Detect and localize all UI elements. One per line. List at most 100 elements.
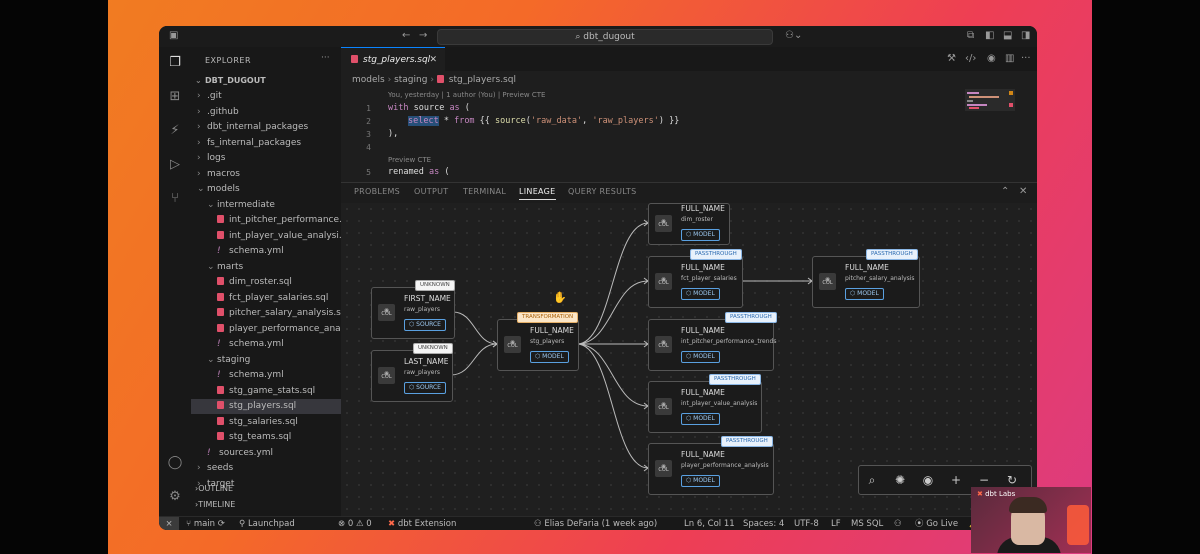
copilot-icon[interactable]: ⚇⌄ (785, 30, 802, 42)
plus-icon[interactable]: + (948, 472, 964, 488)
lineage-node-pitcher-salary[interactable]: COL FULL_NAME pitcher_salary_analysis ⬡ MOD… (812, 256, 920, 308)
copilot-status-icon[interactable]: ⚇ (894, 517, 902, 530)
lineage-node-last-name[interactable]: COL LAST_NAME raw_players ⬡ SOURCE (371, 350, 453, 402)
tree-item-label: stg_game_stats.sql (229, 385, 316, 396)
close-panel-icon[interactable]: ✕ (1019, 186, 1027, 198)
line-ending[interactable]: LF (831, 517, 841, 530)
tree-item[interactable]: › dbt_internal_packages (191, 120, 347, 135)
node-type-button[interactable]: ⬡ MODEL (681, 288, 720, 300)
lineage-node-stg[interactable]: COL FULL_NAME stg_players ⬡ MODEL (497, 319, 579, 371)
toggle-secondary-sidebar-icon[interactable]: ◨ (1021, 30, 1030, 42)
more-actions-icon[interactable]: ··· (321, 53, 330, 63)
branch-item[interactable]: ⑂ main ⟳ (186, 517, 225, 530)
tree-item[interactable]: ⌄ intermediate (191, 198, 357, 213)
lineage-node-int-value[interactable]: COL FULL_NAME int_player_value_analysis ⬡ M… (648, 381, 762, 433)
explorer-sidebar: EXPLORER ··· ⌄ DBT_DUGOUT › .git › .github › d… (191, 47, 367, 517)
tree-item[interactable]: ⌄ marts (191, 260, 357, 275)
node-type-button[interactable]: ⬡ MODEL (681, 229, 720, 241)
close-tab-icon[interactable]: ✕ (429, 48, 437, 72)
node-type-button[interactable]: ⬡ MODEL (681, 351, 720, 363)
command-center[interactable]: ⌕ dbt_dugout (437, 29, 773, 45)
code-line-5[interactable]: renamed as ( (388, 167, 449, 177)
codelens-preview[interactable]: Preview CTE (388, 156, 431, 164)
column-icon: COL (819, 270, 836, 290)
code-line-1[interactable]: with source as ( (388, 103, 470, 113)
breadcrumb-models[interactable]: models (352, 75, 385, 85)
lineage-node-first-name[interactable]: COL FIRST_NAME raw_players ⬡ SOURCE (371, 287, 455, 339)
problems-item[interactable]: ⊗ 0 ⚠ 0 (338, 517, 372, 530)
node-type-button[interactable]: ⬡ SOURCE (404, 382, 446, 394)
lineage-node-fct[interactable]: COL FULL_NAME fct_player_salaries ⬡ MODEL (648, 256, 743, 308)
tab-stg-players[interactable]: stg_players.sql ✕ (341, 47, 445, 72)
maximize-panel-icon[interactable]: ⌃ (1001, 186, 1009, 198)
account-icon[interactable]: ◯ (167, 455, 183, 471)
code-line-3[interactable]: ), (388, 129, 398, 139)
tree-item[interactable]: ⌄ staging (191, 353, 357, 368)
forward-arrow-icon[interactable]: → (419, 30, 427, 42)
encoding[interactable]: UTF-8 (794, 517, 819, 530)
split-editor-icon[interactable]: ▥ (1005, 53, 1014, 65)
git-blame-item[interactable]: ⚇ Elias DeFaria (1 week ago) (534, 517, 657, 530)
layout-customize-icon[interactable]: ⧉ (967, 30, 974, 42)
lineage-graph[interactable]: COLFIRST_NAMEraw_players⬡ SOURCEUNKNOWNC… (341, 203, 1037, 518)
node-type-button[interactable]: ⬡ MODEL (530, 351, 569, 363)
source-control-icon[interactable]: ⑂ (167, 191, 183, 207)
lineage-node-int-pitcher[interactable]: COL FULL_NAME int_pitcher_performance_tren… (648, 319, 776, 371)
tree-item[interactable]: › .git (191, 89, 347, 104)
back-arrow-icon[interactable]: ← (402, 30, 410, 42)
tree-item[interactable]: › fs_internal_packages (191, 136, 347, 151)
tab-query-results[interactable]: QUERY RESULTS (568, 187, 636, 196)
dbt-extension-item[interactable]: ✖ dbt Extension (388, 517, 456, 530)
lineage-node-dim-roster[interactable]: COL FULL_NAME dim_roster ⬡ MODEL (648, 203, 730, 245)
webcam-overlay: ✖ dbt Labs (971, 487, 1091, 553)
dbt-bolt-icon[interactable]: ⚡ (167, 123, 183, 139)
cursor-position[interactable]: Ln 6, Col 11 (684, 517, 735, 530)
breadcrumb-file[interactable]: stg_players.sql (449, 75, 516, 85)
timeline-section[interactable]: ›TIMELINE (195, 497, 345, 512)
model-name: pitcher_salary_analysis (845, 275, 915, 282)
toggle-sidebar-icon[interactable]: ◧ (985, 30, 994, 42)
wrench-icon[interactable]: ⚒ (947, 53, 956, 65)
node-type-button[interactable]: ⬡ MODEL (681, 413, 720, 425)
tree-item[interactable]: › macros (191, 167, 347, 182)
tree-item[interactable]: ! sources.yml (191, 446, 357, 461)
eye-icon[interactable]: ◉ (920, 472, 936, 488)
launchpad-item[interactable]: ⚲ Launchpad (239, 517, 295, 530)
openai-icon[interactable]: ✺ (892, 472, 908, 488)
tab-terminal[interactable]: TERMINAL (463, 187, 506, 196)
outline-section[interactable]: ›OUTLINE (195, 481, 345, 496)
tree-item[interactable]: ⌄ models (191, 182, 347, 197)
workspace-root[interactable]: ⌄ DBT_DUGOUT (195, 73, 345, 88)
node-type-button[interactable]: ⬡ MODEL (845, 288, 884, 300)
tree-item[interactable]: › seeds (191, 461, 347, 476)
sidebar-toggle-icon[interactable]: ▣ (169, 30, 178, 42)
minimap[interactable] (965, 89, 1015, 149)
go-live-item[interactable]: ⦿ Go Live (915, 517, 958, 530)
tab-problems[interactable]: PROBLEMS (354, 187, 400, 196)
tree-item[interactable]: › .github (191, 105, 347, 120)
more-icon[interactable]: ··· (1021, 53, 1031, 65)
breadcrumb-staging[interactable]: staging (394, 75, 427, 85)
chevron-right-icon: › (197, 463, 201, 473)
files-icon[interactable]: ❐ (167, 55, 183, 71)
lineage-node-perf[interactable]: COL FULL_NAME player_performance_analysis ⬡… (648, 443, 774, 495)
settings-gear-icon[interactable]: ⚙ (167, 489, 183, 505)
language-mode[interactable]: MS SQL (851, 517, 883, 530)
preview-eye-icon[interactable]: ◉ (987, 53, 996, 65)
indentation[interactable]: Spaces: 4 (743, 517, 784, 530)
codelens-author[interactable]: You, yesterday | 1 author (You) | Previe… (388, 91, 545, 99)
extensions-icon[interactable]: ⊞ (167, 89, 183, 105)
tab-lineage[interactable]: LINEAGE (519, 187, 556, 200)
node-type-button[interactable]: ⬡ SOURCE (404, 319, 446, 331)
code-icon[interactable]: ‹/› (965, 53, 976, 65)
minus-icon[interactable]: − (976, 472, 992, 488)
remote-indicator-icon[interactable]: ⨯ (159, 517, 179, 530)
search-icon[interactable]: ⌕ (864, 472, 880, 488)
run-debug-icon[interactable]: ▷ (167, 157, 183, 173)
refresh-icon[interactable]: ↻ (1004, 472, 1020, 488)
node-type-button[interactable]: ⬡ MODEL (681, 475, 720, 487)
code-line-2[interactable]: select * from {{ source('raw_data', 'raw… (408, 116, 679, 126)
tree-item[interactable]: › logs (191, 151, 347, 166)
toggle-panel-icon[interactable]: ⬓ (1003, 30, 1012, 42)
tab-output[interactable]: OUTPUT (414, 187, 448, 196)
